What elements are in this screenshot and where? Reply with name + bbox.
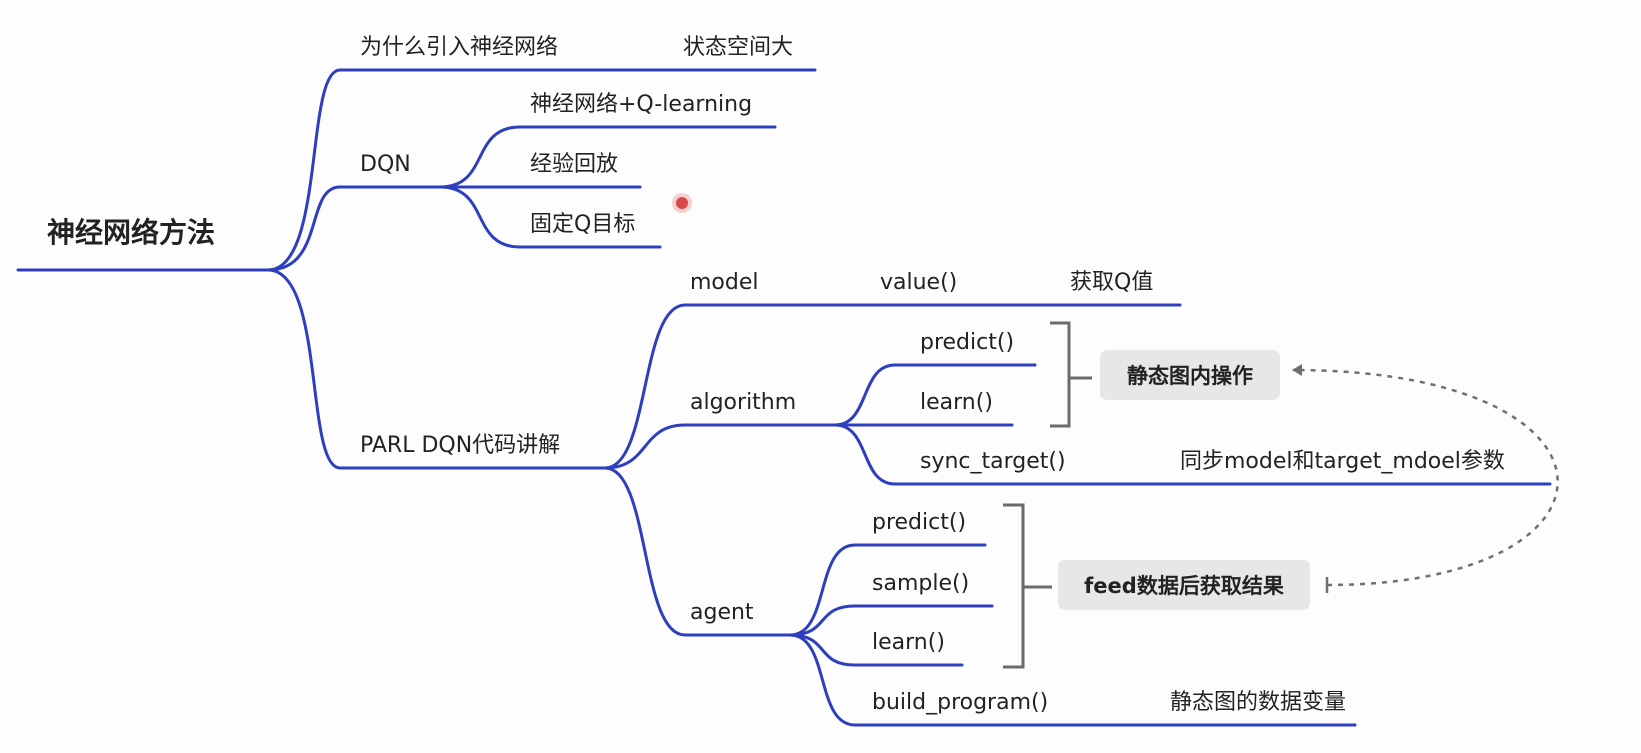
- agent-build-program[interactable]: build_program(): [872, 690, 1048, 716]
- dqn-child-experience-replay[interactable]: 经验回放: [530, 152, 618, 178]
- agent-build-desc[interactable]: 静态图的数据变量: [1170, 690, 1346, 716]
- algorithm-learn[interactable]: learn(): [920, 390, 993, 416]
- dqn-child-fixed-q-target[interactable]: 固定Q目标: [530, 212, 635, 238]
- why-nn-topic[interactable]: 为什么引入神经网络: [360, 35, 558, 61]
- static-graph-callout[interactable]: 静态图内操作: [1100, 350, 1280, 400]
- branch-dqn: [266, 185, 442, 272]
- dqn-child-nn-qlearning[interactable]: 神经网络+Q-learning: [530, 92, 752, 118]
- why-nn-answer[interactable]: 状态空间大: [683, 35, 793, 61]
- feed-data-callout[interactable]: feed数据后获取结果: [1058, 560, 1310, 610]
- model-topic[interactable]: model: [690, 270, 759, 296]
- algorithm-topic[interactable]: algorithm: [690, 390, 796, 416]
- pointer-cursor: [676, 197, 688, 209]
- model-value-desc[interactable]: 获取Q值: [1070, 270, 1153, 296]
- mindmap-canvas: 神经网络方法 为什么引入神经网络 状态空间大 DQN 神经网络+Q-learni…: [0, 0, 1641, 753]
- algorithm-sync-target[interactable]: sync_target(): [920, 449, 1066, 475]
- branch-parl-algorithm: [603, 423, 837, 470]
- connector-layer: [16, 68, 1559, 727]
- bracket-agent: [1003, 503, 1052, 669]
- algorithm-predict[interactable]: predict(): [920, 330, 1014, 356]
- relation-arrow: [1292, 364, 1559, 587]
- algorithm-sync-desc[interactable]: 同步model和target_mdoel参数: [1180, 449, 1505, 475]
- bracket-algorithm: [1050, 321, 1092, 428]
- root-topic[interactable]: 神经网络方法: [47, 216, 215, 250]
- branch-parl-model: [603, 303, 1182, 470]
- model-value-method[interactable]: value(): [880, 270, 957, 296]
- parl-topic[interactable]: PARL DQN代码讲解: [360, 433, 560, 459]
- agent-topic[interactable]: agent: [690, 600, 754, 626]
- agent-learn[interactable]: learn(): [872, 630, 945, 656]
- agent-sample[interactable]: sample(): [872, 571, 969, 597]
- dqn-topic[interactable]: DQN: [360, 152, 411, 178]
- agent-predict[interactable]: predict(): [872, 510, 966, 536]
